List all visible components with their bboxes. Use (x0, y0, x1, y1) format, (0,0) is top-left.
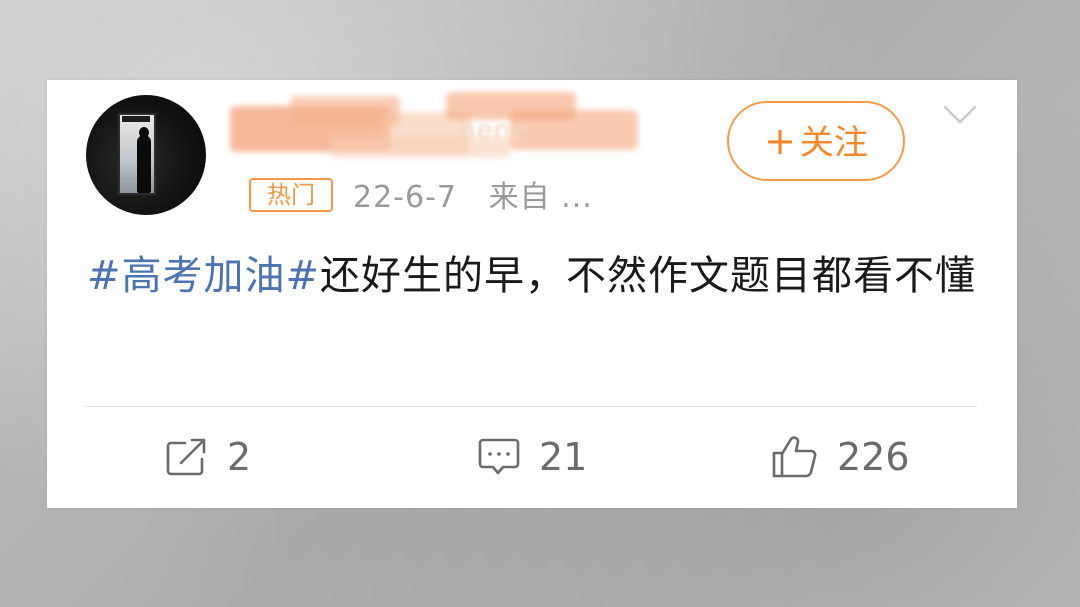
follow-label: 关注 (799, 123, 868, 163)
plus-icon: + (764, 119, 796, 163)
thumbs-up-icon (772, 436, 817, 478)
divider (85, 406, 977, 407)
hashtag-link[interactable]: #高考加油# (87, 253, 320, 299)
post-time: 22-6-7 (353, 180, 457, 215)
repost-count: 2 (227, 435, 252, 479)
post-source: 来自 ... (488, 180, 593, 215)
follow-button[interactable]: + 关注 (727, 101, 905, 181)
avatar-poster-text (122, 116, 150, 122)
comment-button[interactable]: 21 (477, 432, 587, 482)
post-text: 还好生的早，不然作文题目都看不懂 (320, 253, 977, 299)
post-content: #高考加油#还好生的早，不然作文题目都看不懂 (87, 240, 987, 312)
like-count: 226 (837, 435, 910, 479)
weibo-post-card: nene 热门 22-6-7 来自 ... + 关注 #高考加油#还好生的早，不然… (47, 80, 1017, 508)
like-button[interactable]: 226 (771, 432, 910, 482)
avatar-figure (137, 135, 151, 193)
share-square-icon (166, 438, 206, 476)
hot-badge: 热门 (249, 178, 333, 212)
repost-button[interactable]: 2 (165, 432, 251, 482)
comment-bubble-icon (478, 438, 520, 475)
username[interactable]: nene (459, 116, 528, 146)
username-redaction (230, 92, 638, 164)
avatar[interactable] (86, 95, 206, 215)
chevron-down-icon[interactable] (943, 104, 977, 126)
post-meta: 22-6-7 来自 ... (353, 172, 593, 216)
comment-count: 21 (539, 435, 588, 479)
